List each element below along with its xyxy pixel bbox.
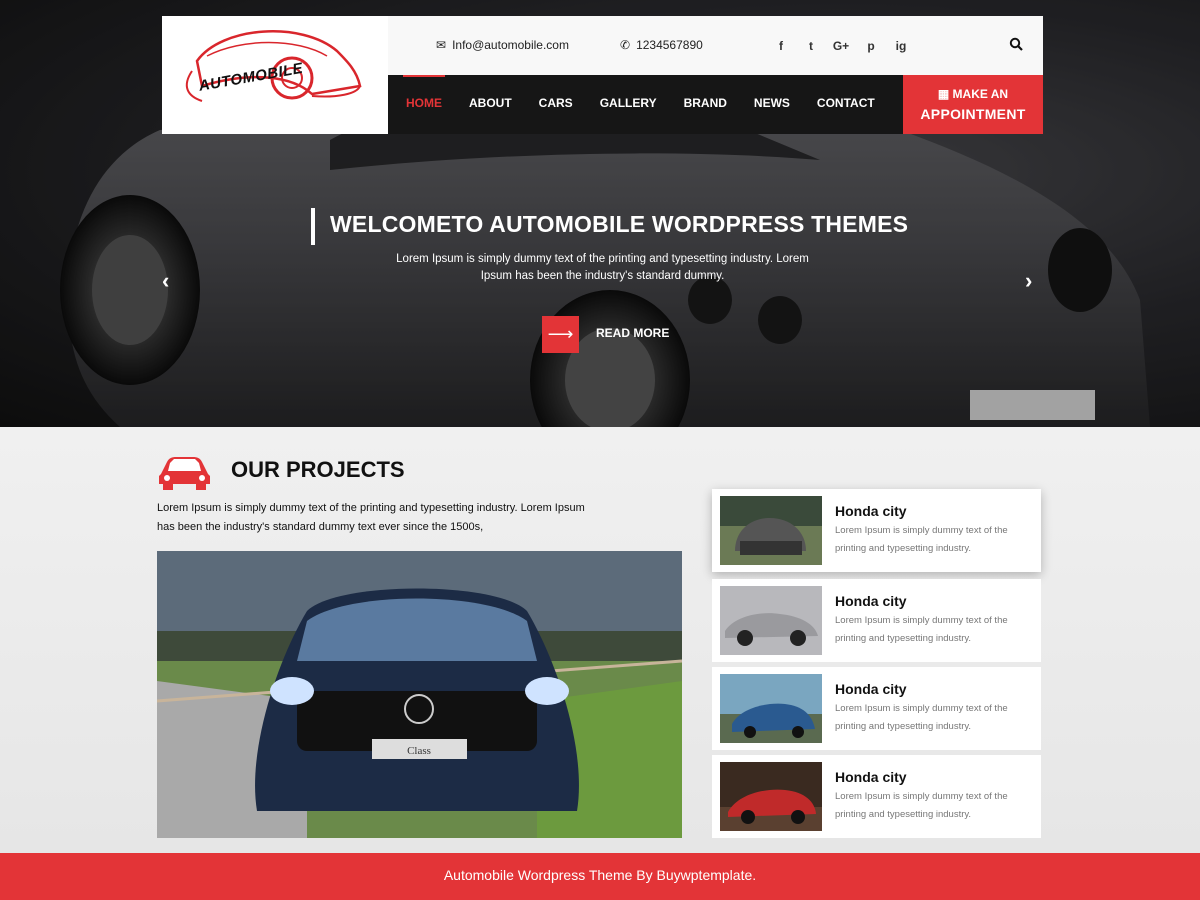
facebook-icon[interactable]: f xyxy=(766,39,796,53)
project-thumb-image xyxy=(720,674,822,743)
instagram-icon[interactable]: ig xyxy=(886,39,916,53)
nav-about[interactable]: ABOUT xyxy=(469,75,512,134)
phone-text: 1234567890 xyxy=(636,38,703,52)
email-link[interactable]: ✉ Info@automobile.com xyxy=(436,16,569,75)
project-card-desc: Lorem Ipsum is simply dummy text of the … xyxy=(835,615,1008,644)
projects-description: Lorem Ipsum is simply dummy text of the … xyxy=(157,502,585,533)
project-card-desc: Lorem Ipsum is simply dummy text of the … xyxy=(835,525,1008,554)
site-header: AUTOMOBILE ✉ Info@automobile.com ✆ 1234567… xyxy=(162,16,1043,134)
license-plate: Class xyxy=(407,745,431,757)
appointment-line1: MAKE AN xyxy=(952,87,1009,101)
slide-title: WELCOMETO AUTOMOBILE WORDPRESS THEMES xyxy=(311,208,908,245)
project-card-desc: Lorem Ipsum is simply dummy text of the … xyxy=(835,791,1008,820)
nav-cars[interactable]: CARS xyxy=(539,75,573,134)
main-nav: HOME ABOUT CARS GALLERY BRAND NEWS CONTA… xyxy=(388,75,903,134)
phone-icon: ✆ xyxy=(620,38,631,52)
project-card-desc: Lorem Ipsum is simply dummy text of the … xyxy=(835,703,1008,732)
envelope-icon: ✉ xyxy=(436,38,447,52)
slider-prev-icon[interactable]: ‹ xyxy=(162,268,169,294)
nav-brand[interactable]: BRAND xyxy=(684,75,727,134)
mercedes-car-image: Class xyxy=(157,551,682,838)
appointment-button[interactable]: ▦ MAKE AN APPOINTMENT xyxy=(903,75,1043,134)
twitter-icon[interactable]: t xyxy=(796,39,826,53)
slider-next-icon[interactable]: › xyxy=(1025,268,1032,294)
google-plus-icon[interactable]: G+ xyxy=(826,39,856,53)
logo[interactable]: AUTOMOBILE xyxy=(162,16,388,134)
project-thumb-image xyxy=(720,762,822,831)
appointment-line2: APPOINTMENT xyxy=(920,106,1026,122)
project-card[interactable]: Honda city Lorem Ipsum is simply dummy t… xyxy=(712,755,1041,838)
pinterest-icon[interactable]: p xyxy=(856,39,886,53)
project-card[interactable]: Honda city Lorem Ipsum is simply dummy t… xyxy=(712,579,1041,662)
read-more-link[interactable]: READ MORE xyxy=(596,326,669,340)
nav-gallery[interactable]: GALLERY xyxy=(600,75,657,134)
nav-contact[interactable]: CONTACT xyxy=(817,75,875,134)
email-text: Info@automobile.com xyxy=(452,38,569,52)
project-card[interactable]: Honda city Lorem Ipsum is simply dummy t… xyxy=(712,489,1041,572)
read-more-arrow-button[interactable]: ⟶ xyxy=(542,316,579,353)
projects-title: OUR PROJECTS xyxy=(231,457,405,482)
nav-home[interactable]: HOME xyxy=(403,75,445,134)
project-card-title: Honda city xyxy=(835,769,907,785)
project-card-title: Honda city xyxy=(835,681,907,697)
social-links: f t G+ p ig xyxy=(766,16,916,75)
car-icon xyxy=(159,457,210,490)
project-main-image[interactable]: Class xyxy=(157,551,682,838)
footer-copyright: Automobile Wordpress Theme By Buywptempl… xyxy=(0,853,1200,900)
top-bar: ✉ Info@automobile.com ✆ 1234567890 f t G+ … xyxy=(388,16,1043,75)
calendar-icon: ▦ xyxy=(937,87,953,101)
phone-link[interactable]: ✆ 1234567890 xyxy=(620,16,703,75)
search-icon[interactable] xyxy=(1009,37,1023,51)
slide-description: Lorem Ipsum is simply dummy text of the … xyxy=(396,253,809,282)
project-card-title: Honda city xyxy=(835,503,907,519)
nav-news[interactable]: NEWS xyxy=(754,75,790,134)
project-card[interactable]: Honda city Lorem Ipsum is simply dummy t… xyxy=(712,667,1041,750)
project-thumb-image xyxy=(720,586,822,655)
project-thumb-image xyxy=(720,496,822,565)
arrow-right-icon: ⟶ xyxy=(547,324,574,344)
project-card-title: Honda city xyxy=(835,593,907,609)
